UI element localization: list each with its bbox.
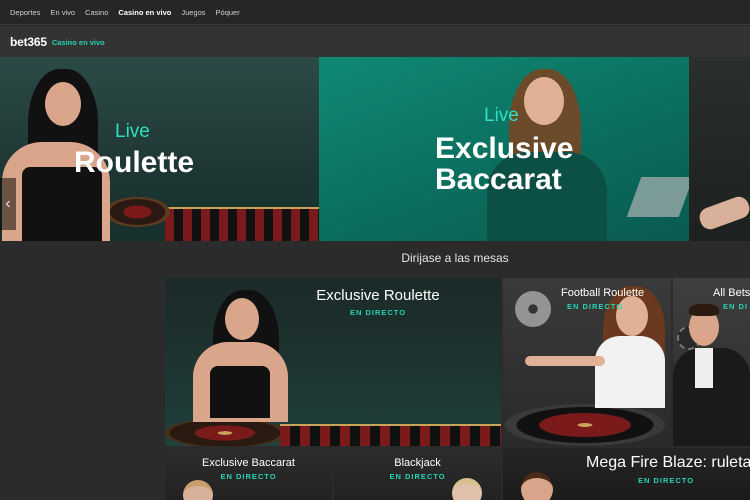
brand-bar: bet365 Casino en vivo	[0, 26, 750, 57]
tile-title: Exclusive Roulette	[316, 287, 440, 304]
tile-live-status: EN DIRECTO	[638, 476, 695, 485]
hero-live-label: Live	[115, 121, 150, 142]
roulette-table-image	[165, 207, 319, 241]
nav-item-deportes[interactable]: Deportes	[10, 8, 40, 17]
dealer-dress	[210, 366, 270, 418]
dealer-arm-image	[525, 356, 605, 366]
dealer-face	[183, 480, 213, 500]
tile-football-roulette[interactable]: Football Roulette EN DIRECTO	[503, 278, 671, 446]
roulette-wheel-image	[105, 197, 170, 227]
tile-mega-fire-blaze[interactable]: Mega Fire Blaze: ruleta EN DIRECTO	[503, 448, 750, 500]
dealer-body	[595, 336, 665, 408]
dealer-arm-image	[696, 193, 750, 233]
roulette-table-image	[280, 424, 501, 446]
carousel-prev-button[interactable]: ‹	[0, 178, 16, 230]
hero-live-label: Live	[484, 105, 519, 126]
tile-title: Mega Fire Blaze: ruleta	[586, 454, 750, 471]
tile-live-status: EN DIRECTO	[389, 472, 446, 481]
nav-item-en-vivo[interactable]: En vivo	[50, 8, 75, 17]
nav-item-casino[interactable]: Casino	[85, 8, 108, 17]
card-shoe-image	[626, 177, 689, 217]
dealer-hair	[689, 304, 719, 316]
nav-item-poquer[interactable]: Póquer	[216, 8, 240, 17]
dealer-shirt	[695, 348, 713, 388]
nav-item-juegos[interactable]: Juegos	[181, 8, 205, 17]
section-title: Dirĳase a las mesas	[401, 251, 509, 265]
tile-exclusive-roulette[interactable]: Exclusive Roulette EN DIRECTO	[165, 278, 501, 446]
hero-slide-live-roulette[interactable]: Live Roulette	[0, 57, 319, 241]
tile-live-status: EN DI	[723, 302, 749, 311]
tile-live-status: EN DIRECTO	[566, 302, 624, 311]
dealer-face	[452, 478, 482, 500]
dealer-face	[521, 472, 553, 500]
tile-title: All Bets	[713, 287, 750, 299]
top-navigation: Deportes En vivo Casino Casino en vivo J…	[0, 0, 750, 25]
hero-slide-exclusive-baccarat[interactable]: Live Exclusive Baccarat	[319, 57, 689, 241]
roulette-wheel-image	[505, 404, 665, 446]
dealer-face	[45, 82, 81, 126]
hero-title-roulette: Roulette	[74, 146, 194, 179]
tile-title: Blackjack	[394, 457, 441, 469]
tile-title: Exclusive Baccarat	[202, 457, 295, 469]
dealer-face	[225, 298, 259, 340]
tile-live-status: EN DIRECTO	[220, 472, 277, 481]
tile-live-status: EN DIRECTO	[349, 308, 407, 317]
hero-title-baccarat: Baccarat	[435, 163, 562, 196]
casino-en-vivo-label: Casino en vivo	[51, 38, 105, 47]
dealer-face	[524, 77, 564, 125]
bet365-logo[interactable]: bet365	[10, 35, 47, 49]
tile-all-bets[interactable]: All Bets EN DI	[673, 278, 750, 446]
nav-item-casino-en-vivo[interactable]: Casino en vivo	[118, 8, 171, 17]
hero-title-exclusive: Exclusive	[435, 132, 574, 165]
tile-title: Football Roulette	[561, 287, 645, 299]
tile-blackjack[interactable]: Blackjack EN DIRECTO	[334, 448, 501, 500]
tile-exclusive-baccarat[interactable]: Exclusive Baccarat EN DIRECTO	[165, 448, 332, 500]
hero-slide-partial[interactable]	[689, 57, 750, 241]
roulette-wheel-image	[165, 418, 285, 446]
hero-carousel: Live Roulette Live Exclusive Baccarat ‹	[0, 57, 750, 241]
